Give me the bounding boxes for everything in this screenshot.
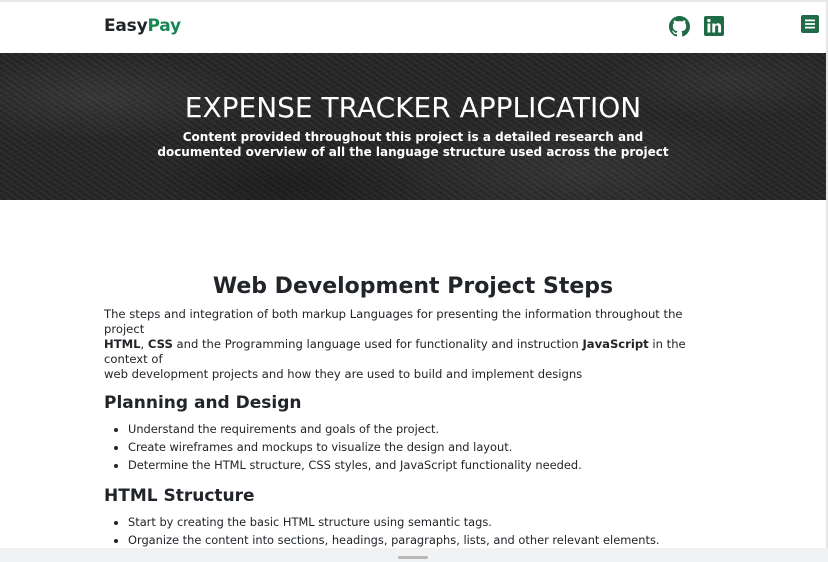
brand-logo[interactable]: EasyPay	[104, 16, 181, 36]
intro-line3: web development projects and how they ar…	[104, 367, 583, 381]
bottom-bar	[0, 548, 828, 562]
planning-heading: Planning and Design	[104, 393, 302, 413]
intro-paragraph: The steps and integration of both markup…	[104, 307, 724, 382]
brand-name-part2: Pay	[147, 16, 182, 36]
hero-title: EXPENSE TRACKER APPLICATION	[184, 91, 642, 124]
html-structure-list: Start by creating the basic HTML structu…	[104, 513, 660, 549]
list-item: Organize the content into sections, head…	[128, 531, 660, 549]
page: EasyPay EXPENSE TRACKER APPLICATION Cont…	[0, 0, 828, 562]
planning-list: Understand the requirements and goals of…	[104, 420, 582, 474]
list-item: Create wireframes and mockups to visuali…	[128, 438, 582, 456]
list-item: Start by creating the basic HTML structu…	[128, 513, 660, 531]
intro-line2: HTML, CSS and the Programming language u…	[104, 337, 724, 367]
intro-middle: and the Programming language used for fu…	[172, 337, 583, 351]
linkedin-icon[interactable]	[704, 16, 724, 36]
section-title: Web Development Project Steps	[212, 274, 614, 299]
github-icon[interactable]	[669, 16, 690, 37]
css-label: CSS	[147, 337, 173, 351]
brand-name-part1: Easy	[104, 16, 148, 36]
list-item: Understand the requirements and goals of…	[128, 420, 582, 438]
menu-icon[interactable]	[801, 15, 819, 33]
navbar: EasyPay	[0, 2, 826, 53]
hero-subtitle-line1: Content provided throughout this project…	[182, 130, 644, 144]
html-structure-heading: HTML Structure	[104, 486, 255, 506]
hero-subtitle-line2: documented overview of all the language …	[157, 145, 669, 159]
drag-handle[interactable]	[398, 556, 428, 559]
intro-comma: ,	[140, 337, 148, 351]
html-label: HTML	[104, 337, 141, 351]
hero-subtitle: Content provided throughout this project…	[0, 130, 826, 160]
list-item: Determine the HTML structure, CSS styles…	[128, 456, 582, 474]
intro-line1: The steps and integration of both markup…	[104, 307, 683, 336]
javascript-label: JavaScript	[582, 337, 649, 351]
hero-banner: EXPENSE TRACKER APPLICATION Content prov…	[0, 53, 826, 200]
